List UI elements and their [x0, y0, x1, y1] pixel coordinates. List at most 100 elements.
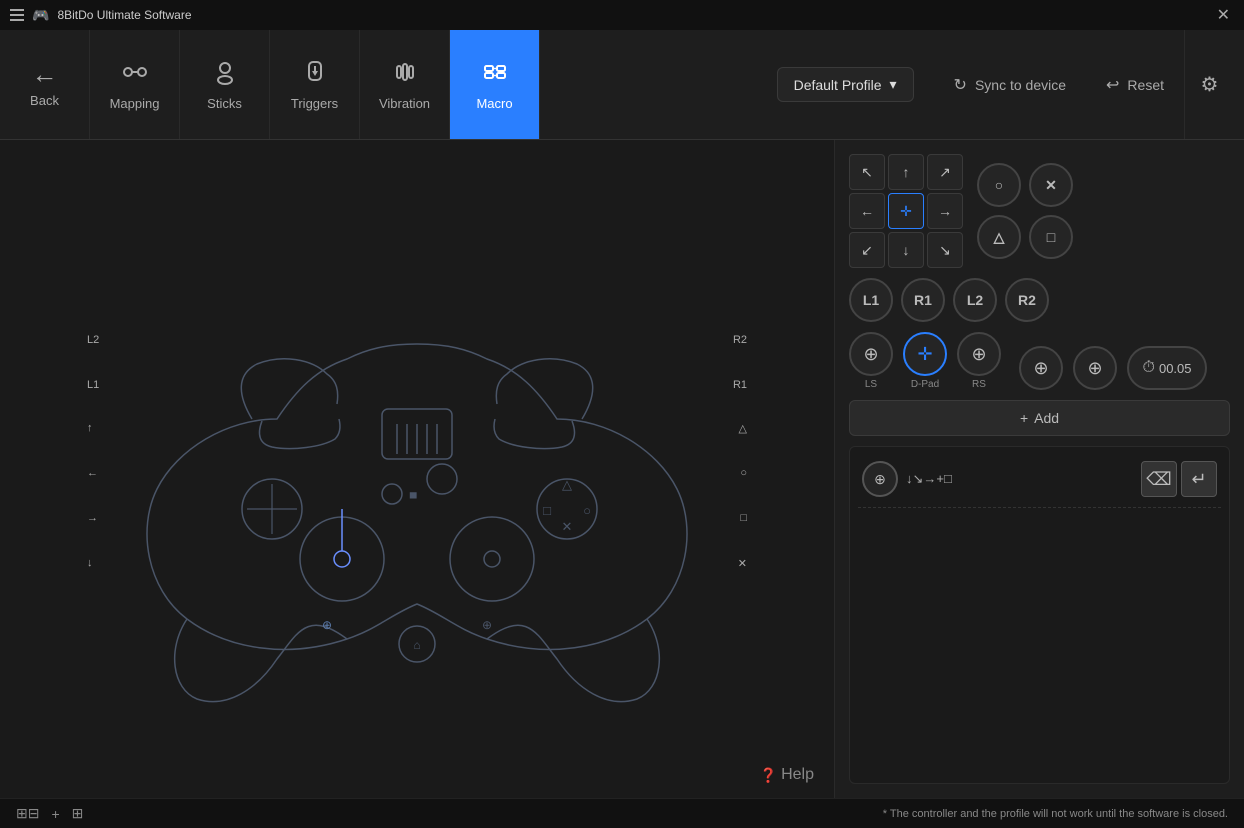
nav-mapping-label: Mapping [110, 96, 160, 111]
status-text: * The controller and the profile will no… [883, 808, 1228, 820]
svg-text:□: □ [543, 503, 551, 518]
help-label: Help [781, 766, 814, 784]
btn-circle-face[interactable]: ○ [977, 163, 1021, 207]
reset-icon: ↩ [1106, 75, 1119, 95]
label-up: ↑ [87, 422, 93, 434]
dpad-grid: ↖ ↑ ↗ ← ✛ → ↙ ↓ ↘ [849, 154, 963, 268]
svg-text:⌂: ⌂ [413, 638, 420, 652]
bottom-left-icons: ⊞⊟ + ⊞ [16, 805, 83, 822]
help-button[interactable]: ❓ Help [760, 766, 814, 784]
nav-sticks-label: Sticks [207, 96, 242, 111]
nav-vibration-label: Vibration [379, 96, 430, 111]
label-l1: L1 [87, 379, 99, 391]
rs-button-group: ⊕ RS [957, 332, 1001, 390]
navbar: ← Back Mapping Sticks Triggers Vibration… [0, 30, 1244, 140]
nav-back[interactable]: ← Back [0, 30, 90, 139]
label-l2: L2 [87, 334, 99, 346]
btn-l2[interactable]: L2 [953, 278, 997, 322]
back-icon: ← [32, 61, 58, 87]
lp-button[interactable]: ⊕ [1019, 346, 1063, 390]
dpad-nw[interactable]: ↖ [849, 154, 885, 190]
dpad-button-label: D-Pad [911, 379, 939, 390]
profile-selector[interactable]: Default Profile ▾ [777, 67, 914, 102]
bottom-icon-windows[interactable]: ⊞ [72, 805, 84, 822]
nav-mapping[interactable]: Mapping [90, 30, 180, 139]
vibration-icon [391, 58, 419, 90]
dpad-sw[interactable]: ↙ [849, 232, 885, 268]
nav-actions: Default Profile ▾ ↻ Sync to device ↩ Res… [767, 30, 1244, 139]
trigger-buttons-row: L1 R1 L2 R2 [849, 278, 1230, 322]
app-title: 8BitDo Ultimate Software [57, 8, 191, 22]
add-label: Add [1034, 410, 1059, 426]
reset-button[interactable]: ↩ Reset [1086, 30, 1184, 139]
macro-icon [481, 58, 509, 90]
nav-macro-label: Macro [476, 96, 512, 111]
dropdown-icon: ▾ [890, 76, 897, 93]
hamburger-menu[interactable] [10, 9, 24, 21]
label-cross: ✕ [738, 557, 747, 570]
dpad-ne[interactable]: ↗ [927, 154, 963, 190]
help-icon: ❓ [760, 767, 777, 784]
dpad-w[interactable]: ← [849, 193, 885, 229]
btn-r2[interactable]: R2 [1005, 278, 1049, 322]
btn-r1[interactable]: R1 [901, 278, 945, 322]
timer-icon: ⏱ [1142, 359, 1154, 377]
nav-triggers-label: Triggers [291, 96, 338, 111]
rp-button[interactable]: ⊕ [1073, 346, 1117, 390]
ls-button[interactable]: ⊕ [849, 332, 893, 376]
label-r2: R2 [733, 334, 747, 346]
dpad-s[interactable]: ↓ [888, 232, 924, 268]
nav-sticks[interactable]: Sticks [180, 30, 270, 139]
macro-item: ⊕ ↓↘→+□ ⌫ ↵ [858, 455, 1221, 503]
nav-triggers[interactable]: Triggers [270, 30, 360, 139]
svg-text:⊕: ⊕ [482, 618, 492, 632]
dpad-button[interactable]: ✛ [903, 332, 947, 376]
nav-vibration[interactable]: Vibration [360, 30, 450, 139]
add-button[interactable]: + Add [849, 400, 1230, 436]
bottom-icon-controller[interactable]: ⊞⊟ [16, 805, 39, 822]
enter-key-enter: ↵ [1181, 461, 1217, 497]
svg-text:≡: ≡ [410, 490, 416, 502]
titlebar: 🎮 8BitDo Ultimate Software ✕ [0, 0, 1244, 30]
title-left: 🎮 8BitDo Ultimate Software [10, 7, 192, 24]
label-square: □ [740, 512, 747, 524]
nav-macro[interactable]: Macro [450, 30, 540, 139]
macro-stick-icon: ⊕ [862, 461, 898, 497]
close-button[interactable]: ✕ [1213, 5, 1234, 25]
label-circle: ○ [740, 467, 747, 479]
timer-value: 00.05 [1159, 361, 1192, 376]
bottom-icon-add[interactable]: + [51, 806, 59, 822]
ls-label: LS [865, 379, 877, 390]
settings-button[interactable]: ⚙ [1184, 30, 1234, 139]
svg-text:✕: ✕ [562, 519, 573, 534]
dpad-se[interactable]: ↘ [927, 232, 963, 268]
btn-l1[interactable]: L1 [849, 278, 893, 322]
svg-text:△: △ [562, 477, 572, 492]
dpad-center[interactable]: ✛ [888, 193, 924, 229]
nav-back-label: Back [30, 93, 59, 108]
main-content: ≡ △ ○ □ ✕ ⊕ [0, 140, 1244, 798]
dpad-e[interactable]: → [927, 193, 963, 229]
label-down: ↓ [87, 557, 93, 569]
controller-wrapper: ≡ △ ○ □ ✕ ⊕ [47, 189, 787, 749]
sync-label: Sync to device [975, 77, 1066, 93]
timer-button[interactable]: ⏱ 00.05 [1127, 346, 1207, 390]
sticks-icon [211, 58, 239, 90]
dpad-button-group: ✛ D-Pad [903, 332, 947, 390]
svg-text:○: ○ [583, 503, 591, 518]
right-panel: ↖ ↑ ↗ ← ✛ → ↙ ↓ ↘ ○ ✕ △ □ L1 R1 L2 [834, 140, 1244, 798]
dpad-n[interactable]: ↑ [888, 154, 924, 190]
controller-area: ≡ △ ○ □ ✕ ⊕ [0, 140, 834, 798]
add-icon: + [1020, 410, 1028, 426]
label-r1: R1 [733, 379, 747, 391]
sync-button[interactable]: ↻ Sync to device [934, 30, 1086, 139]
sync-icon: ↻ [954, 75, 967, 95]
face-buttons-grid: ○ ✕ △ □ [977, 163, 1073, 259]
rs-button[interactable]: ⊕ [957, 332, 1001, 376]
svg-text:⊕: ⊕ [322, 618, 332, 632]
buttons-row-1: ↖ ↑ ↗ ← ✛ → ↙ ↓ ↘ ○ ✕ △ □ [849, 154, 1230, 268]
btn-cross-face[interactable]: ✕ [1029, 163, 1073, 207]
triggers-icon [301, 58, 329, 90]
btn-triangle-face[interactable]: △ [977, 215, 1021, 259]
btn-square-face[interactable]: □ [1029, 215, 1073, 259]
